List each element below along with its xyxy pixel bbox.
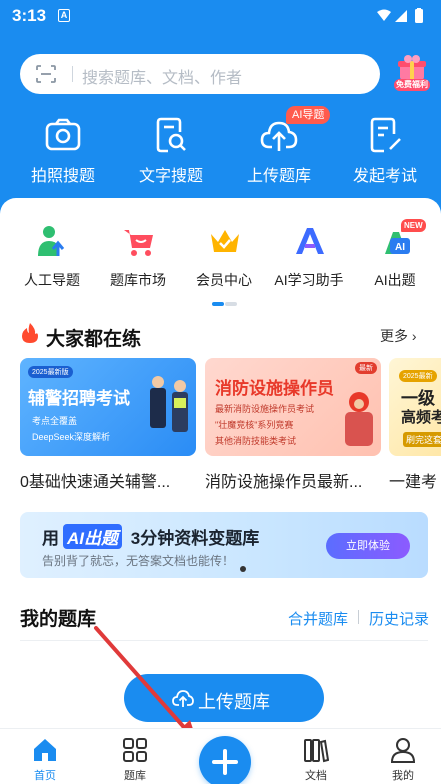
year-tag: 2025最新 <box>399 370 437 382</box>
ad-subtitle: 告别背了就忘，无答案文档也能传！ <box>42 554 235 568</box>
course-card-auxiliary-police[interactable]: 2025最新版 辅警招聘考试 考点全覆盖 DeepSeek深度解析 <box>20 358 196 456</box>
tab-question-bank[interactable]: 题库 <box>110 735 160 783</box>
quick-manual-import[interactable]: 人工导题 <box>8 224 96 294</box>
pager-dot-active <box>212 302 224 306</box>
tab-label: 我的 <box>392 770 414 782</box>
gift-label: 免费福利 <box>394 79 430 91</box>
quick-bank-market[interactable]: 题库市场 <box>94 224 182 294</box>
ad-title: 用 AI出题 3分钟资料变题库 <box>42 524 259 549</box>
camera-icon <box>45 118 81 151</box>
person-upload-icon <box>38 226 65 256</box>
quick-ai-question[interactable]: AI AI出题 <box>351 224 439 294</box>
ai-assistant-icon <box>296 228 324 254</box>
search-divider <box>72 66 73 82</box>
card-title: 消防设施操作员 <box>215 379 334 398</box>
ai-question-ad-banner[interactable]: 用 AI出题 3分钟资料变题库 告别背了就忘，无答案文档也能传！ 立即体验 <box>20 512 428 578</box>
quick-nav-pager <box>212 302 238 306</box>
firefighter-image <box>345 392 373 446</box>
quick-label: 题库市场 <box>110 272 166 288</box>
card-title: 辅警招聘考试 <box>28 389 130 408</box>
tool-text-search[interactable]: 文字搜题 <box>116 112 226 192</box>
year-tag: 最新 <box>355 362 377 374</box>
quick-ai-assistant[interactable]: AI学习助手 <box>265 224 353 294</box>
tab-home[interactable]: 首页 <box>20 735 70 783</box>
card-line: 最新消防设施操作员考试 <box>215 404 315 414</box>
new-badge: NEW <box>401 219 426 232</box>
svg-text:AI: AI <box>395 242 405 253</box>
grid-icon <box>123 738 147 762</box>
tab-label: 题库 <box>124 770 146 782</box>
crown-icon <box>211 230 239 252</box>
card-caption[interactable]: 消防设施操作员最新... <box>205 468 381 492</box>
quick-label: AI出题 <box>374 272 416 288</box>
upload-button-label: 上传题库 <box>198 692 270 712</box>
history-link[interactable]: 历史记录 <box>369 608 429 629</box>
scan-icon[interactable] <box>36 65 56 83</box>
quick-member-center[interactable]: 会员中心 <box>180 224 268 294</box>
card-line: 刷完这套 <box>403 432 441 447</box>
profile-icon <box>390 738 416 763</box>
card-line: 考点全覆盖 <box>32 416 78 426</box>
card-line: "壮魔竞核"系列竞赛 <box>215 420 294 430</box>
more-label: 更多 <box>380 328 408 344</box>
documents-icon <box>304 739 329 763</box>
ai-import-tag: AI导题 <box>286 106 331 124</box>
home-icon <box>34 739 56 761</box>
more-link[interactable]: 更多 › <box>380 326 417 346</box>
cloud-upload-icon <box>172 690 194 707</box>
pager-dot <box>225 302 237 306</box>
notification-icon: A <box>58 9 70 22</box>
card-caption[interactable]: 0基础快速通关辅警... <box>20 468 198 492</box>
card-line: 其他消防技能类考试 <box>215 436 297 446</box>
card-line: DeepSeek深度解析 <box>32 432 111 442</box>
gift-button[interactable]: 免费福利 <box>394 54 430 94</box>
tool-label: 上传题库 <box>246 168 311 185</box>
ad-prefix: 用 <box>42 529 59 548</box>
status-time: 3:13 <box>12 6 47 25</box>
tool-label: 拍照搜题 <box>30 168 95 185</box>
card-caption[interactable]: 一建考 <box>389 468 441 492</box>
tool-label: 发起考试 <box>352 168 417 185</box>
try-now-button[interactable]: 立即体验 <box>326 533 410 559</box>
status-indicators <box>375 8 431 29</box>
status-bar: 3:13 A <box>0 0 441 32</box>
shopping-cart-icon <box>124 230 153 256</box>
tool-start-exam[interactable]: 发起考试 <box>330 112 440 192</box>
upload-bank-button[interactable]: 上传题库 <box>124 674 324 722</box>
course-card-constructor[interactable]: 2025最新 一级 高频考 刷完这套 <box>389 358 441 456</box>
exam-edit-icon <box>370 117 401 153</box>
tab-profile[interactable]: 我的 <box>378 735 428 783</box>
section-divider <box>20 640 428 641</box>
tab-label: 首页 <box>34 770 56 782</box>
add-fab-button[interactable] <box>199 736 251 784</box>
tab-label: 文档 <box>305 770 327 782</box>
document-search-icon <box>156 117 186 153</box>
police-officers-image <box>150 376 188 432</box>
chevron-right-icon: › <box>411 328 417 344</box>
tab-documents[interactable]: 文档 <box>291 735 341 783</box>
search-input[interactable]: 搜索题库、文档、作者 <box>82 64 242 88</box>
my-library-title: 我的题库 <box>20 609 97 630</box>
wifi-signal-battery-icon <box>377 8 423 23</box>
search-bar[interactable]: 搜索题库、文档、作者 <box>20 54 380 94</box>
ad-chip: AI出题 <box>63 524 122 549</box>
tool-photo-search[interactable]: 拍照搜题 <box>8 112 118 192</box>
fire-icon <box>22 323 38 343</box>
quick-label: AI学习助手 <box>274 272 344 288</box>
quick-label: 人工导题 <box>24 272 80 288</box>
tool-label: 文字搜题 <box>138 168 203 185</box>
popular-title: 大家都在练 <box>46 329 142 350</box>
card-line: 高频考 <box>401 409 441 426</box>
link-divider <box>358 610 359 624</box>
plus-icon <box>212 749 238 775</box>
course-card-fire-facility[interactable]: 最新 消防设施操作员 最新消防设施操作员考试 "壮魔竞核"系列竞赛 其他消防技能… <box>205 358 381 456</box>
ad-pager-dot <box>240 566 246 572</box>
merge-library-link[interactable]: 合并题库 <box>288 608 348 629</box>
quick-label: 会员中心 <box>196 272 252 288</box>
ad-title-rest: 3分钟资料变题库 <box>130 529 260 548</box>
tool-upload-bank[interactable]: 上传题库 <box>224 112 334 192</box>
year-tag: 2025最新版 <box>28 366 73 378</box>
